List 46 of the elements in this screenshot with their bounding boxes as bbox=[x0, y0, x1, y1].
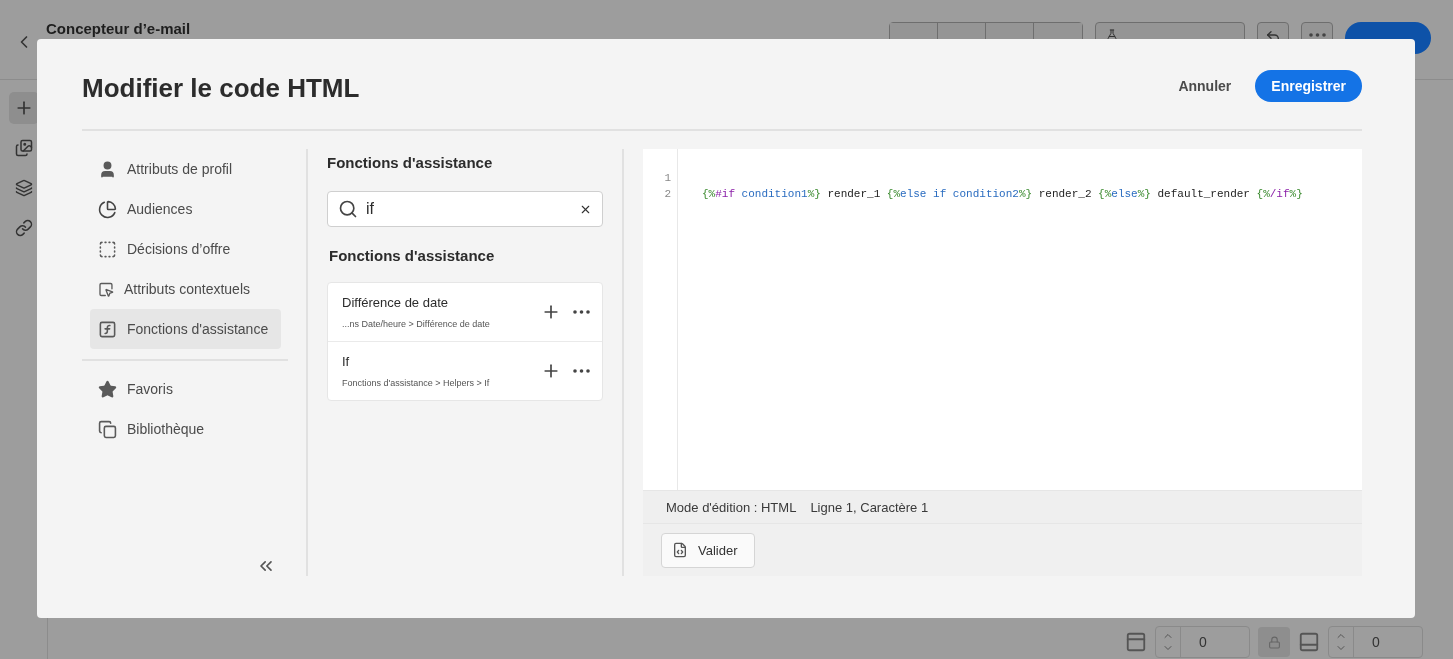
cancel-button[interactable]: Annuler bbox=[1168, 72, 1242, 100]
pie-chart-icon bbox=[98, 199, 117, 219]
results-heading: Fonctions d'assistance bbox=[329, 247, 496, 264]
more-button[interactable] bbox=[573, 310, 590, 314]
images-icon bbox=[14, 139, 33, 157]
save-button[interactable]: Enregistrer bbox=[1255, 70, 1362, 102]
edit-mode-text: Mode d'édition : HTML bbox=[666, 499, 797, 515]
result-name: If bbox=[342, 354, 351, 369]
dialog-title: Modifier le code HTML bbox=[82, 71, 361, 104]
copy-icon bbox=[98, 419, 117, 439]
panel-heading: Fonctions d'assistance bbox=[327, 154, 494, 171]
star-icon bbox=[98, 379, 117, 399]
more-icon bbox=[573, 310, 590, 314]
result-name: Différence de date bbox=[342, 295, 449, 310]
layers-icon bbox=[14, 179, 33, 197]
nav-item[interactable]: Fonctions d'assistance bbox=[90, 309, 281, 349]
flask-icon bbox=[1106, 29, 1118, 41]
line-number: 1 bbox=[664, 171, 671, 186]
top-padding-icon bbox=[1125, 631, 1147, 653]
result-path: Fonctions d'assistance > Helpers > If bbox=[342, 378, 491, 388]
search-icon bbox=[338, 199, 358, 219]
more-button[interactable] bbox=[573, 369, 590, 373]
line-number: 2 bbox=[664, 187, 671, 202]
more-icon bbox=[573, 369, 590, 373]
code-editor[interactable]: 1 2 {%#if condition1%} render_1 {%else if condition2%} render_2 {%else%} default_render {%/if%} bbox=[643, 149, 1362, 490]
result-path: ...ns Date/heure > Différence de date bbox=[342, 319, 491, 329]
function-icon bbox=[98, 319, 117, 339]
nav-item[interactable]: Audiences bbox=[80, 189, 260, 229]
nav-item[interactable]: Favoris bbox=[80, 369, 260, 409]
bottom-padding-icon bbox=[1298, 631, 1320, 653]
code-line: {%#if condition1%} render_1 {%else if condition2%} render_2 {%else%} default_render {%/if%} bbox=[702, 188, 1303, 200]
nav-item[interactable]: Attributs contextuels bbox=[80, 269, 260, 309]
app-title: Concepteur d’e-mail bbox=[46, 20, 192, 37]
person-icon bbox=[98, 159, 117, 179]
nav-item[interactable]: Bibliothèque bbox=[80, 409, 260, 449]
rail-button[interactable] bbox=[8, 92, 39, 124]
search-field[interactable]: if bbox=[327, 191, 603, 227]
cursor-position: Ligne 1, Caractère 1 bbox=[810, 499, 929, 515]
code-file-icon bbox=[672, 542, 688, 558]
validate-button[interactable]: Valider bbox=[661, 532, 755, 568]
dashed-square-icon bbox=[98, 239, 117, 259]
link-icon bbox=[14, 219, 33, 237]
more-icon bbox=[1308, 33, 1326, 37]
nav-item[interactable]: Décisions d’offre bbox=[80, 229, 260, 269]
lock-icon bbox=[1267, 635, 1281, 649]
nav-item[interactable]: Attributs de profil bbox=[80, 149, 260, 189]
